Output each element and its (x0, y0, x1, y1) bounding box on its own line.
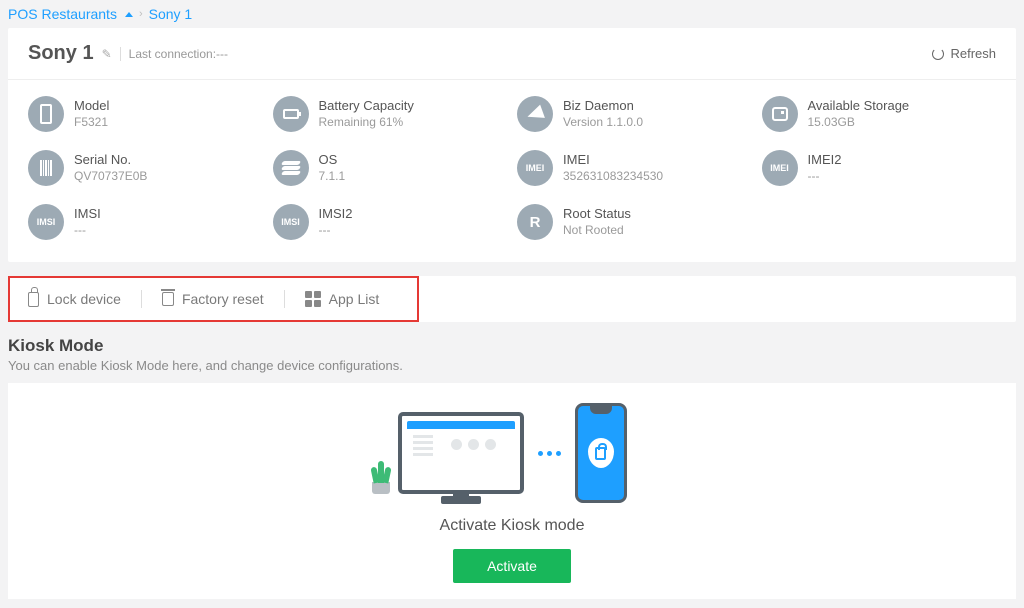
info-label: Root Status (563, 206, 631, 223)
info-label: Serial No. (74, 152, 147, 169)
factory-reset-button[interactable]: Factory reset (142, 291, 284, 307)
info-label: IMEI (563, 152, 663, 169)
info-serial: Serial No. QV70737E0B (28, 150, 263, 186)
last-connection: Last connection:--- (129, 47, 228, 61)
info-value: --- (319, 223, 353, 239)
action-label: Factory reset (182, 291, 264, 307)
info-label: Biz Daemon (563, 98, 643, 115)
info-label: IMEI2 (808, 152, 842, 169)
chevron-up-icon (125, 12, 133, 17)
info-label: Available Storage (808, 98, 910, 115)
connection-dots-icon (538, 451, 561, 456)
phone-shield-icon (575, 403, 627, 503)
info-storage: Available Storage 15.03GB (762, 96, 997, 132)
info-imsi: IMSI IMSI --- (28, 204, 263, 240)
action-bar-highlight: Lock device Factory reset App List (8, 276, 419, 322)
refresh-button[interactable]: Refresh (932, 46, 996, 61)
breadcrumb-current[interactable]: Sony 1 (149, 6, 193, 22)
app-list-button[interactable]: App List (285, 291, 400, 307)
info-value: --- (74, 223, 101, 239)
lock-device-button[interactable]: Lock device (28, 291, 141, 307)
device-card: Sony 1 ✎ Last connection:--- Refresh Mod… (8, 28, 1016, 262)
activate-button[interactable]: Activate (453, 549, 571, 583)
kiosk-heading: Kiosk Mode (8, 336, 1016, 356)
imei-badge-icon: IMEI (517, 150, 553, 186)
info-model: Model F5321 (28, 96, 263, 132)
breadcrumb: POS Restaurants › Sony 1 (0, 0, 1024, 28)
info-imei: IMEI IMEI 352631083234530 (517, 150, 752, 186)
battery-icon (273, 96, 309, 132)
device-header: Sony 1 ✎ Last connection:--- Refresh (8, 28, 1016, 80)
kiosk-illustration (398, 403, 627, 503)
info-battery: Battery Capacity Remaining 61% (273, 96, 508, 132)
info-imsi2: IMSI IMSI2 --- (273, 204, 508, 240)
info-value: F5321 (74, 115, 109, 131)
refresh-icon (932, 48, 944, 60)
info-value: 15.03GB (808, 115, 910, 131)
device-name: Sony 1 (28, 42, 94, 65)
imsi-badge-icon: IMSI (273, 204, 309, 240)
kiosk-title: Activate Kiosk mode (440, 517, 585, 535)
info-value: 352631083234530 (563, 169, 663, 185)
action-card: Lock device Factory reset App List (8, 276, 1016, 322)
info-label: IMSI (74, 206, 101, 223)
info-value: --- (808, 169, 842, 185)
info-value: Remaining 61% (319, 115, 414, 131)
breadcrumb-separator: › (139, 8, 143, 20)
info-value: QV70737E0B (74, 169, 147, 185)
plant-icon (372, 482, 390, 494)
root-badge-icon: R (517, 204, 553, 240)
info-value: 7.1.1 (319, 169, 346, 185)
info-imei2: IMEI IMEI2 --- (762, 150, 997, 186)
kiosk-subtext: You can enable Kiosk Mode here, and chan… (8, 358, 1016, 373)
info-bizdaemon: Biz Daemon Version 1.1.0.0 (517, 96, 752, 132)
info-label: IMSI2 (319, 206, 353, 223)
trash-icon (162, 292, 174, 306)
info-root: R Root Status Not Rooted (517, 204, 752, 240)
action-label: Lock device (47, 291, 121, 307)
kiosk-card: Activate Kiosk mode Activate (8, 383, 1016, 599)
info-os: OS 7.1.1 (273, 150, 508, 186)
storage-icon (762, 96, 798, 132)
breadcrumb-parent[interactable]: POS Restaurants (8, 6, 117, 22)
lock-icon (28, 292, 39, 307)
info-value: Not Rooted (563, 223, 631, 239)
device-info-grid: Model F5321 Battery Capacity Remaining 6… (8, 80, 1016, 262)
barcode-icon (28, 150, 64, 186)
info-label: OS (319, 152, 346, 169)
info-value: Version 1.1.0.0 (563, 115, 643, 131)
edit-name-icon[interactable]: ✎ (102, 47, 112, 61)
apps-icon (305, 291, 321, 307)
send-icon (517, 96, 553, 132)
refresh-label: Refresh (950, 46, 996, 61)
imsi-badge-icon: IMSI (28, 204, 64, 240)
action-label: App List (329, 291, 380, 307)
phone-icon (28, 96, 64, 132)
monitor-icon (398, 412, 524, 494)
layers-icon (273, 150, 309, 186)
kiosk-heading-block: Kiosk Mode You can enable Kiosk Mode her… (0, 336, 1024, 383)
info-label: Battery Capacity (319, 98, 414, 115)
info-label: Model (74, 98, 109, 115)
separator (120, 47, 121, 61)
imei-badge-icon: IMEI (762, 150, 798, 186)
